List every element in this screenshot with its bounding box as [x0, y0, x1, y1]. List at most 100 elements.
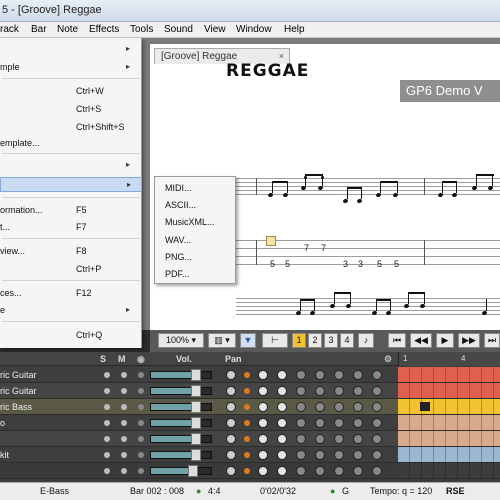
bar-cell[interactable]: [434, 383, 446, 398]
visibility-toggle[interactable]: [138, 388, 144, 394]
mute-toggle[interactable]: [121, 388, 127, 394]
export-ascii[interactable]: ASCII...: [165, 200, 196, 210]
effect-slot[interactable]: [315, 402, 325, 412]
effect-slot[interactable]: [315, 466, 325, 476]
mute-toggle[interactable]: [121, 436, 127, 442]
bar-cell[interactable]: [470, 399, 482, 414]
solo-toggle[interactable]: [104, 468, 110, 474]
volume-slider[interactable]: [150, 369, 212, 381]
go-to-end-button[interactable]: ⏭: [484, 333, 500, 348]
solo-toggle[interactable]: [104, 452, 110, 458]
menu-item-print[interactable]: Ctrl+P: [0, 262, 142, 277]
visibility-toggle[interactable]: [138, 468, 144, 474]
mute-toggle[interactable]: [121, 468, 127, 474]
effect-slot[interactable]: [258, 370, 268, 380]
record-led[interactable]: [244, 388, 250, 394]
timeline-lane[interactable]: [398, 367, 500, 383]
effect-slot[interactable]: [277, 466, 287, 476]
bar-cell[interactable]: [494, 447, 500, 462]
bar-cell[interactable]: [434, 431, 446, 446]
menu-help[interactable]: Help: [284, 24, 305, 35]
bar-cell[interactable]: [398, 399, 410, 414]
bar-cell[interactable]: [470, 415, 482, 430]
visibility-toggle[interactable]: [138, 372, 144, 378]
pan-knob[interactable]: [226, 450, 236, 460]
effect-slot[interactable]: [277, 370, 287, 380]
effect-slot[interactable]: [372, 434, 382, 444]
bar-cell[interactable]: [422, 415, 434, 430]
export-png[interactable]: PNG...: [165, 252, 192, 262]
timeline-lane[interactable]: [398, 383, 500, 399]
rewind-button[interactable]: ◀◀: [410, 333, 432, 348]
effect-slot[interactable]: [315, 418, 325, 428]
menu-item-save-as[interactable]: Ctrl+Shift+S: [0, 120, 142, 135]
track-row[interactable]: ric Guitar: [0, 383, 398, 399]
menu-item-language[interactable]: e ▸: [0, 303, 142, 318]
menu-note[interactable]: Note: [57, 24, 78, 35]
bar-cell[interactable]: [494, 463, 500, 478]
bar-cell[interactable]: [446, 399, 458, 414]
bar-cell[interactable]: [422, 431, 434, 446]
effect-slot[interactable]: [353, 386, 363, 396]
bar-cell[interactable]: [458, 399, 470, 414]
effect-slot[interactable]: [353, 466, 363, 476]
bar-cell[interactable]: [482, 447, 494, 462]
bar-cell[interactable]: [422, 463, 434, 478]
bar-cell[interactable]: [446, 447, 458, 462]
bar-cell[interactable]: [482, 399, 494, 414]
visibility-toggle[interactable]: [138, 404, 144, 410]
effect-slot[interactable]: [372, 402, 382, 412]
volume-handle[interactable]: [191, 449, 201, 461]
effect-slot[interactable]: [258, 418, 268, 428]
bar-cell[interactable]: [398, 447, 410, 462]
bar-cell[interactable]: [422, 447, 434, 462]
menu-effects[interactable]: Effects: [89, 24, 119, 35]
effect-slot[interactable]: [334, 434, 344, 444]
bar-cell[interactable]: [410, 431, 422, 446]
bar-cell[interactable]: [494, 383, 500, 398]
bar-cell[interactable]: [410, 383, 422, 398]
pan-knob[interactable]: [226, 370, 236, 380]
menu-item-preferences[interactable]: ces... F12: [0, 286, 142, 301]
solo-toggle[interactable]: [104, 388, 110, 394]
effect-slot[interactable]: [372, 386, 382, 396]
bar-cell[interactable]: [470, 367, 482, 382]
volume-handle[interactable]: [188, 465, 198, 477]
track-row[interactable]: [0, 431, 398, 447]
volume-slider[interactable]: [150, 433, 212, 445]
play-button[interactable]: ▶: [436, 333, 454, 348]
effect-slot[interactable]: [334, 386, 344, 396]
screen-mode-button[interactable]: ⊢: [262, 333, 288, 348]
export-midi[interactable]: MIDI...: [165, 183, 192, 193]
menu-item-new[interactable]: ▸: [0, 42, 142, 57]
effect-slot[interactable]: [334, 466, 344, 476]
bar-cell[interactable]: [494, 367, 500, 382]
effect-slot[interactable]: [258, 450, 268, 460]
record-led[interactable]: [244, 372, 250, 378]
bar-cell[interactable]: [434, 367, 446, 382]
effect-slot[interactable]: [296, 402, 306, 412]
bar-cell[interactable]: [470, 447, 482, 462]
effect-slot[interactable]: [353, 418, 363, 428]
menu-item-stylesheet[interactable]: t... F7: [0, 220, 142, 235]
menu-item-import[interactable]: ▸: [0, 158, 142, 173]
effect-slot[interactable]: [296, 466, 306, 476]
pan-knob[interactable]: [226, 386, 236, 396]
mute-toggle[interactable]: [121, 404, 127, 410]
effect-slot[interactable]: [315, 450, 325, 460]
effect-slot[interactable]: [258, 466, 268, 476]
bar-cell[interactable]: [398, 383, 410, 398]
bar-cell[interactable]: [494, 399, 500, 414]
rse-label[interactable]: RSE: [446, 486, 465, 496]
record-led[interactable]: [244, 404, 250, 410]
volume-slider[interactable]: [150, 465, 212, 477]
effect-slot[interactable]: [334, 450, 344, 460]
export-wav[interactable]: WAV...: [165, 235, 191, 245]
record-led[interactable]: [244, 436, 250, 442]
bar-cell[interactable]: [446, 367, 458, 382]
menu-item-close[interactable]: Ctrl+W: [0, 84, 142, 99]
bar-cell[interactable]: [410, 367, 422, 382]
track-row[interactable]: ric Guitar: [0, 367, 398, 383]
menu-bar-item[interactable]: Bar: [31, 24, 47, 35]
go-to-start-button[interactable]: ⏮: [388, 333, 406, 348]
